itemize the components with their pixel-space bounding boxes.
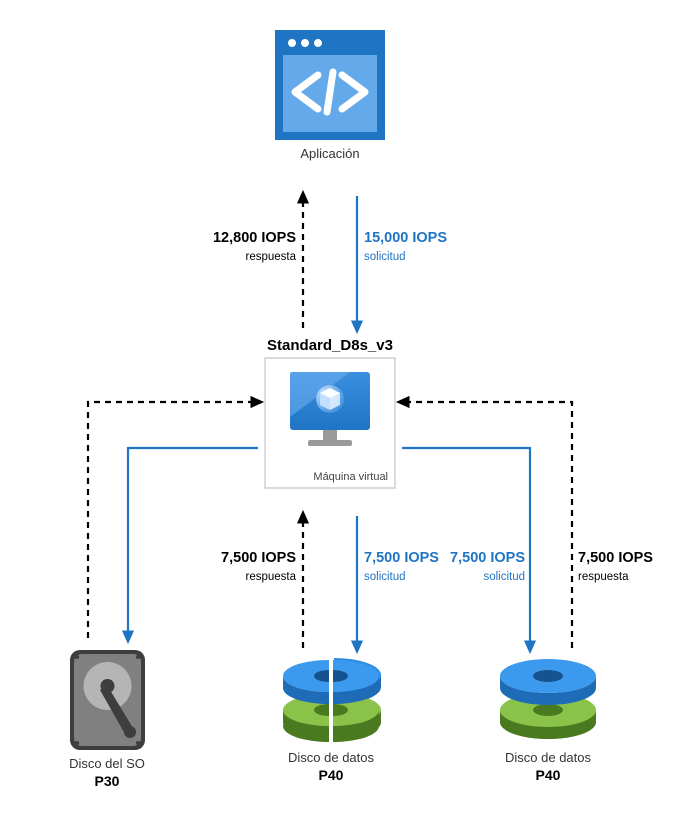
vm-to-app-response-value: 12,800 IOPS bbox=[213, 230, 296, 246]
vm-node: Máquina virtual bbox=[265, 358, 395, 488]
cube-icon bbox=[316, 385, 344, 413]
vm-title-label: Standard_D8s_v3 bbox=[267, 337, 393, 354]
hard-disk-icon bbox=[70, 650, 145, 750]
vm-sublabel: Máquina virtual bbox=[313, 471, 388, 483]
disk1-response-value: 7,500 IOPS bbox=[221, 550, 296, 566]
data-disk-2-model: P40 bbox=[536, 767, 561, 783]
data-disk-1-label: Disco de datos bbox=[288, 750, 374, 765]
vm-to-osdisk-request-arrow bbox=[128, 448, 258, 638]
os-disk-model: P30 bbox=[95, 773, 120, 789]
disk2-to-vm-response-arrow bbox=[402, 402, 572, 648]
disk1-response-sub: respuesta bbox=[245, 571, 296, 583]
data-disk-2-label: Disco de datos bbox=[505, 750, 591, 765]
app-to-vm-request-value: 15,000 IOPS bbox=[364, 230, 447, 246]
architecture-diagram: Aplicación 12,800 IOPS respuesta 15,000 … bbox=[0, 0, 673, 816]
disk2-request-value: 7,500 IOPS bbox=[450, 550, 525, 566]
disk1-request-value: 7,500 IOPS bbox=[364, 550, 439, 566]
data-disk-1-node: Disco de datos P40 bbox=[272, 655, 390, 783]
data-disk-2-icon bbox=[500, 659, 596, 739]
disk2-request-sub: solicitud bbox=[483, 571, 525, 583]
os-disk-label: Disco del SO bbox=[69, 756, 145, 771]
application-node: Aplicación bbox=[275, 30, 385, 161]
app-to-vm-request-sub: solicitud bbox=[364, 251, 406, 263]
application-label: Aplicación bbox=[300, 146, 359, 161]
vm-to-app-response-sub: respuesta bbox=[245, 251, 296, 263]
disk2-response-sub: respuesta bbox=[578, 571, 629, 583]
application-icon bbox=[275, 30, 385, 140]
disk1-request-sub: solicitud bbox=[364, 571, 406, 583]
data-disk-1-model: P40 bbox=[319, 767, 344, 783]
data-disk-2-node: Disco de datos P40 bbox=[500, 659, 596, 783]
disk2-response-value: 7,500 IOPS bbox=[578, 550, 653, 566]
osdisk-to-vm-response-arrow bbox=[88, 402, 258, 638]
vm-to-disk2-request-arrow bbox=[402, 448, 530, 648]
os-disk-node: Disco del SO P30 bbox=[69, 650, 145, 789]
